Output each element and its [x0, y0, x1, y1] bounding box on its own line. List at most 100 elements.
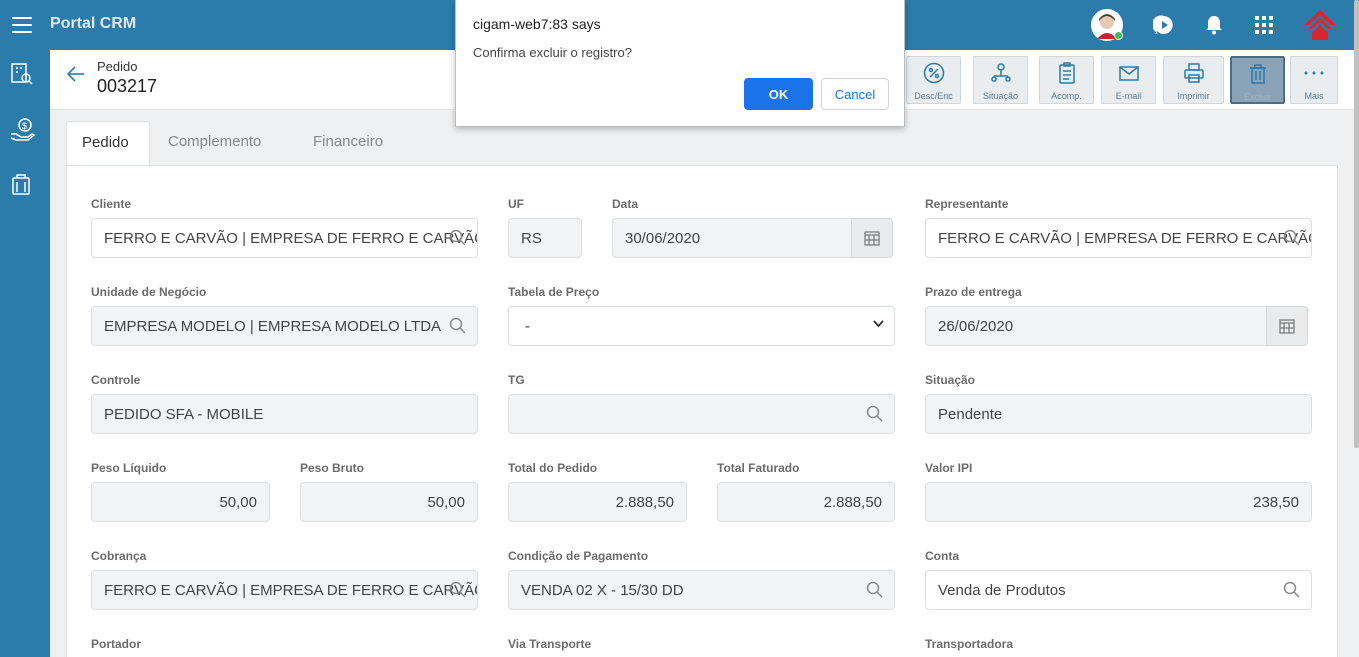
data-field[interactable]: 30/06/2020 — [612, 218, 852, 258]
toolbar-label: Mais — [1304, 91, 1324, 101]
toolbar-label: Desc/Enc — [914, 91, 953, 101]
imprimir-button[interactable]: Imprimir — [1163, 56, 1224, 104]
total-faturado-field[interactable]: 2.888,50 — [717, 482, 895, 522]
bell-icon[interactable] — [1200, 11, 1228, 39]
uf-field[interactable]: RS — [508, 218, 582, 258]
percent-icon — [923, 62, 944, 84]
condicao-field[interactable]: VENDA 02 X - 15/30 DD — [508, 570, 895, 610]
page-scrollbar[interactable] — [1354, 0, 1359, 448]
cobranca-label: Cobrança — [91, 549, 147, 563]
condicao-label: Condição de Pagamento — [508, 549, 649, 563]
hand-money-icon[interactable]: $ — [10, 118, 36, 142]
situacao-button[interactable]: Situação — [973, 56, 1028, 104]
conta-label: Conta — [925, 549, 959, 563]
dialog-title: cigam-web7:83 says — [473, 16, 601, 32]
menu-icon[interactable] — [12, 17, 32, 33]
apps-grid-icon[interactable] — [1250, 11, 1278, 39]
acomp-button[interactable]: Acomp. — [1039, 56, 1094, 104]
record-number: 003217 — [97, 76, 158, 96]
search-icon[interactable] — [1283, 229, 1301, 247]
cliente-field[interactable]: FERRO E CARVÃO | EMPRESA DE FERRO E CARV… — [91, 218, 478, 258]
controle-label: Controle — [91, 373, 141, 387]
sidebar: $ — [0, 50, 50, 657]
conta-field[interactable]: Venda de Produtos — [925, 570, 1312, 610]
cancel-button[interactable]: Cancel — [821, 78, 889, 110]
shopping-bag-icon[interactable] — [10, 172, 34, 196]
mail-icon — [1118, 66, 1139, 81]
toolbar-label: Imprimir — [1177, 91, 1210, 101]
email-button[interactable]: E-mail — [1101, 56, 1156, 104]
prazo-calendar-button[interactable] — [1266, 306, 1308, 346]
peso-bruto-value: 50,00 — [427, 494, 465, 511]
total-pedido-label: Total do Pedido — [508, 461, 598, 475]
tab-complemento[interactable]: Complemento — [153, 121, 276, 166]
more-icon — [1304, 71, 1324, 75]
cobranca-value: FERRO E CARVÃO | EMPRESA DE FERRO E CARV… — [104, 582, 477, 599]
search-icon[interactable] — [1283, 581, 1301, 599]
desc-enc-button[interactable]: Desc/Enc — [906, 56, 961, 104]
situacao-value: Pendente — [938, 406, 1003, 423]
search-icon[interactable] — [866, 405, 884, 423]
clipboard-icon — [1058, 62, 1075, 84]
search-icon[interactable] — [449, 229, 467, 247]
condicao-value: VENDA 02 X - 15/30 DD — [521, 582, 684, 599]
calendar-icon — [864, 231, 880, 246]
controle-value: PEDIDO SFA - MOBILE — [104, 406, 264, 423]
data-calendar-button[interactable] — [851, 218, 893, 258]
workflow-icon — [990, 63, 1011, 82]
confirm-dialog: cigam-web7:83 says Confirma excluir o re… — [455, 0, 905, 127]
back-arrow-icon[interactable] — [66, 66, 85, 82]
tabela-value: - — [525, 318, 530, 335]
valor-ipi-label: Valor IPI — [925, 461, 973, 475]
ok-button[interactable]: OK — [744, 78, 813, 110]
chat-icon[interactable] — [1150, 11, 1178, 39]
peso-liquido-field[interactable]: 50,00 — [91, 482, 270, 522]
tg-label: TG — [508, 373, 525, 387]
situacao-field[interactable]: Pendente — [925, 394, 1312, 434]
tab-financeiro[interactable]: Financeiro — [298, 121, 398, 166]
uf-label: UF — [508, 197, 524, 211]
data-value: 30/06/2020 — [625, 230, 701, 247]
tg-field[interactable] — [508, 394, 895, 434]
printer-icon — [1183, 63, 1204, 83]
unidade-value: EMPRESA MODELO | EMPRESA MODELO LTDA — [104, 318, 442, 335]
peso-liquido-value: 50,00 — [219, 494, 257, 511]
tabela-select[interactable]: - — [508, 306, 895, 346]
valor-ipi-value: 238,50 — [1253, 494, 1299, 511]
chevron-down-icon — [873, 320, 884, 328]
via-transporte-label: Via Transporte — [508, 637, 592, 651]
representante-field[interactable]: FERRO E CARVÃO | EMPRESA DE FERRO E CARV… — [925, 218, 1312, 258]
building-search-icon[interactable] — [10, 62, 34, 86]
conta-value: Venda de Produtos — [938, 582, 1066, 599]
cliente-value: FERRO E CARVÃO | EMPRESA DE FERRO E CARV… — [104, 230, 477, 247]
search-icon[interactable] — [449, 581, 467, 599]
total-pedido-value: 2.888,50 — [615, 494, 674, 511]
cliente-label: Cliente — [91, 197, 132, 211]
cigam-logo-icon[interactable] — [1303, 8, 1337, 42]
toolbar-label: Acomp. — [1051, 91, 1082, 101]
cobranca-field[interactable]: FERRO E CARVÃO | EMPRESA DE FERRO E CARV… — [91, 570, 478, 610]
peso-bruto-field[interactable]: 50,00 — [300, 482, 478, 522]
representante-label: Representante — [925, 197, 1009, 211]
prazo-value: 26/06/2020 — [938, 318, 1014, 335]
portador-label: Portador — [91, 637, 142, 651]
search-icon[interactable] — [866, 581, 884, 599]
app-title: Portal CRM — [50, 15, 137, 32]
unidade-label: Unidade de Negócio — [91, 285, 207, 299]
controle-field[interactable]: PEDIDO SFA - MOBILE — [91, 394, 478, 434]
toolbar-label: Situação — [982, 91, 1019, 101]
toolbar-label: E-mail — [1115, 91, 1142, 101]
total-faturado-value: 2.888,50 — [823, 494, 882, 511]
prazo-field[interactable]: 26/06/2020 — [925, 306, 1268, 346]
valor-ipi-field[interactable]: 238,50 — [925, 482, 1312, 522]
unidade-field[interactable]: EMPRESA MODELO | EMPRESA MODELO LTDA — [91, 306, 478, 346]
mais-button[interactable]: Mais — [1290, 56, 1338, 104]
total-pedido-field[interactable]: 2.888,50 — [508, 482, 687, 522]
search-icon[interactable] — [449, 317, 467, 335]
prazo-label: Prazo de entrega — [925, 285, 1022, 299]
transportadora-label: Transportadora — [925, 637, 1014, 651]
tab-pedido[interactable]: Pedido — [66, 121, 150, 166]
excluir-button[interactable]: Excluir — [1230, 56, 1285, 104]
dialog-message: Confirma excluir o registro? — [473, 45, 632, 60]
data-label: Data — [612, 197, 639, 211]
